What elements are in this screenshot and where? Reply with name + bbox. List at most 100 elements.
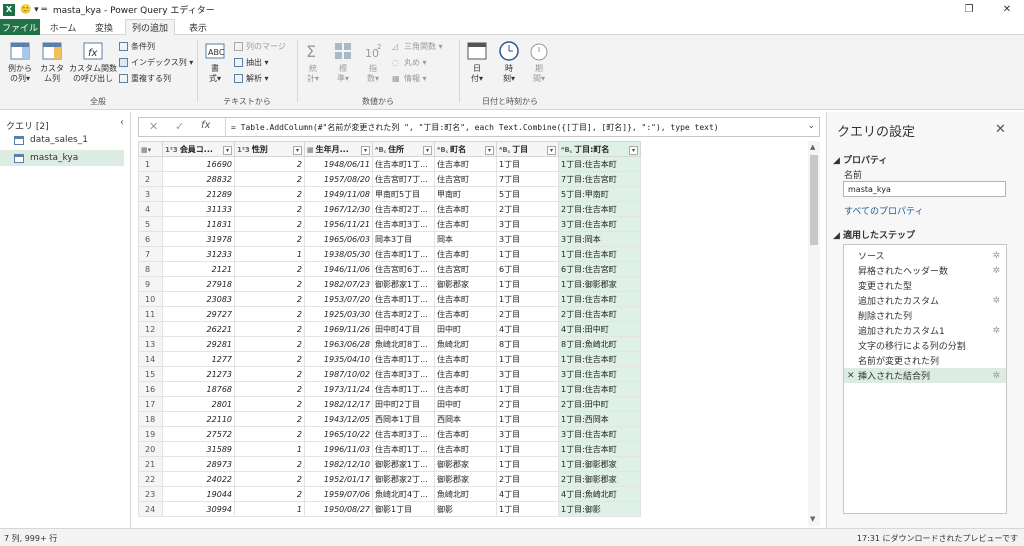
gender-cell[interactable]: 1 xyxy=(234,246,305,262)
filter-dropdown-icon[interactable]: ▾ xyxy=(547,145,556,155)
gender-cell[interactable]: 2 xyxy=(234,171,305,187)
chome-town-cell[interactable]: 3丁目:住吉本町 xyxy=(558,366,641,382)
applied-step[interactable]: 変更された型 xyxy=(844,278,1006,293)
gender-cell[interactable]: 2 xyxy=(234,336,305,352)
chome-cell[interactable]: 3丁目 xyxy=(496,216,559,232)
town-cell[interactable]: 住吉本町 xyxy=(434,351,497,367)
gender-cell[interactable]: 2 xyxy=(234,366,305,382)
quick-access-toolbar[interactable]: 🙂 ▾ ═ xyxy=(20,5,47,15)
chome-cell[interactable]: 3丁目 xyxy=(496,231,559,247)
gender-cell[interactable]: 1 xyxy=(234,441,305,457)
member-code-cell[interactable]: 29281 xyxy=(162,336,235,352)
tab-file[interactable]: ファイル xyxy=(0,19,40,35)
scroll-down-icon[interactable]: ▼ xyxy=(810,515,815,523)
gender-cell[interactable]: 2 xyxy=(234,471,305,487)
member-code-cell[interactable]: 31133 xyxy=(162,201,235,217)
birthdate-cell[interactable]: 1973/11/24 xyxy=(304,381,373,397)
delete-step-icon[interactable]: ✕ xyxy=(847,371,855,381)
town-cell[interactable]: 御影郡家 xyxy=(434,276,497,292)
town-cell[interactable]: 魚崎北町 xyxy=(434,336,497,352)
row-number[interactable]: 21 xyxy=(138,456,163,472)
member-code-cell[interactable]: 22110 xyxy=(162,411,235,427)
chome-town-cell[interactable]: 3丁目:岡本 xyxy=(558,231,641,247)
town-cell[interactable]: 御影 xyxy=(434,501,497,517)
format-button[interactable]: ABC 書 式▾ xyxy=(202,40,228,84)
gender-cell[interactable]: 2 xyxy=(234,456,305,472)
applied-step[interactable]: 文字の移行による列の分割 xyxy=(844,338,1006,353)
chome-town-cell[interactable]: 1丁目:住吉本町 xyxy=(558,156,641,172)
birthdate-cell[interactable]: 1965/10/22 xyxy=(304,426,373,442)
birthdate-cell[interactable]: 1956/11/21 xyxy=(304,216,373,232)
birthdate-cell[interactable]: 1943/12/05 xyxy=(304,411,373,427)
chome-cell[interactable]: 6丁目 xyxy=(496,261,559,277)
member-code-cell[interactable]: 27918 xyxy=(162,276,235,292)
member-code-cell[interactable]: 19044 xyxy=(162,486,235,502)
scientific-button[interactable]: 10 2 指 数▾ xyxy=(360,40,386,84)
column-header[interactable]: 1²3 会員コ... ▾ xyxy=(162,141,235,157)
chome-town-cell[interactable]: 5丁目:甲南町 xyxy=(558,186,641,202)
chome-cell[interactable]: 2丁目 xyxy=(496,201,559,217)
standard-button[interactable]: 標 準▾ xyxy=(330,40,356,84)
custom-column-button[interactable]: カスタ ム列 xyxy=(38,40,66,84)
gender-cell[interactable]: 2 xyxy=(234,186,305,202)
address-cell[interactable]: 西岡本1丁目 xyxy=(372,411,435,427)
chome-town-cell[interactable]: 7丁目:住吉宮町 xyxy=(558,171,641,187)
rounding-button[interactable]: ◌ 丸め ▾ xyxy=(392,57,427,68)
cancel-formula-button[interactable]: ✕ xyxy=(149,120,158,133)
birthdate-cell[interactable]: 1959/07/06 xyxy=(304,486,373,502)
column-header[interactable]: 1²3 性別 ▾ xyxy=(234,141,305,157)
birthdate-cell[interactable]: 1938/05/30 xyxy=(304,246,373,262)
address-cell[interactable]: 魚崎北町8丁... xyxy=(372,336,435,352)
address-cell[interactable]: 御影郡家1丁... xyxy=(372,276,435,292)
chome-town-cell[interactable]: 3丁目:住吉本町 xyxy=(558,426,641,442)
member-code-cell[interactable]: 16690 xyxy=(162,156,235,172)
gender-cell[interactable]: 2 xyxy=(234,306,305,322)
applied-step[interactable]: ✕ 挿入された結合列 ✲ xyxy=(844,368,1006,383)
town-cell[interactable]: 住吉本町 xyxy=(434,291,497,307)
gender-cell[interactable]: 2 xyxy=(234,291,305,307)
gender-cell[interactable]: 2 xyxy=(234,411,305,427)
row-number[interactable]: 10 xyxy=(138,291,163,307)
address-cell[interactable]: 住吉本町1丁... xyxy=(372,441,435,457)
member-code-cell[interactable]: 21289 xyxy=(162,186,235,202)
column-header-selected[interactable]: ᴬB꜀ 丁目:町名 ▾ xyxy=(558,141,641,157)
birthdate-cell[interactable]: 1925/03/30 xyxy=(304,306,373,322)
filter-dropdown-icon[interactable]: ▾ xyxy=(629,145,638,155)
birthdate-cell[interactable]: 1935/04/10 xyxy=(304,351,373,367)
chome-town-cell[interactable]: 6丁目:住吉宮町 xyxy=(558,261,641,277)
close-settings-button[interactable]: ✕ xyxy=(995,122,1006,137)
chome-cell[interactable]: 1丁目 xyxy=(496,156,559,172)
duplicate-column-button[interactable]: 重複する列 xyxy=(119,73,171,84)
restore-button[interactable]: ❐ xyxy=(954,0,984,19)
information-button[interactable]: ▦ 情報 ▾ xyxy=(392,73,427,84)
trigonometry-button[interactable]: ◿ 三角関数 ▾ xyxy=(392,41,443,52)
time-button[interactable]: 時 刻▾ xyxy=(496,40,522,84)
gear-icon[interactable]: ✲ xyxy=(992,371,1000,381)
birthdate-cell[interactable]: 1987/10/02 xyxy=(304,366,373,382)
member-code-cell[interactable]: 2121 xyxy=(162,261,235,277)
vertical-scrollbar[interactable]: ▲ ▼ xyxy=(808,141,820,526)
chome-town-cell[interactable]: 4丁目:魚崎北町 xyxy=(558,486,641,502)
table-menu-button[interactable]: ▦▾ xyxy=(138,141,163,157)
birthdate-cell[interactable]: 1952/01/17 xyxy=(304,471,373,487)
row-number[interactable]: 9 xyxy=(138,276,163,292)
town-cell[interactable]: 西岡本 xyxy=(434,411,497,427)
gender-cell[interactable]: 2 xyxy=(234,231,305,247)
filter-dropdown-icon[interactable]: ▾ xyxy=(423,145,432,155)
gender-cell[interactable]: 2 xyxy=(234,381,305,397)
chome-town-cell[interactable]: 1丁目:御影郡家 xyxy=(558,276,641,292)
row-number[interactable]: 4 xyxy=(138,201,163,217)
town-cell[interactable]: 住吉本町 xyxy=(434,441,497,457)
chome-town-cell[interactable]: 1丁目:御影郡家 xyxy=(558,456,641,472)
commit-formula-button[interactable]: ✓ xyxy=(175,120,184,133)
invoke-custom-function-button[interactable]: fx カスタム関数 の呼び出し xyxy=(68,40,118,84)
town-cell[interactable]: 住吉本町 xyxy=(434,246,497,262)
chome-town-cell[interactable]: 2丁目:田中町 xyxy=(558,396,641,412)
address-cell[interactable]: 御影1丁目 xyxy=(372,501,435,517)
gear-icon[interactable]: ✲ xyxy=(992,296,1000,306)
birthdate-cell[interactable]: 1982/07/23 xyxy=(304,276,373,292)
town-cell[interactable]: 魚崎北町 xyxy=(434,486,497,502)
row-number[interactable]: 20 xyxy=(138,441,163,457)
member-code-cell[interactable]: 28832 xyxy=(162,171,235,187)
chome-cell[interactable]: 3丁目 xyxy=(496,366,559,382)
